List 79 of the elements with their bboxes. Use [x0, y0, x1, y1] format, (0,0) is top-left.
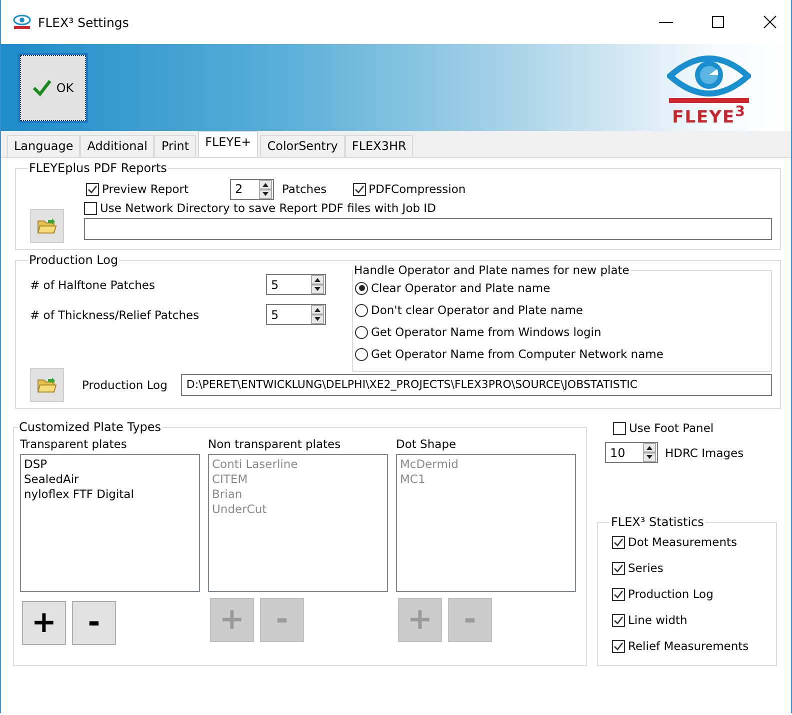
list-item[interactable]: SealedAir — [24, 472, 196, 487]
group-title: FLEYEplus PDF Reports — [28, 161, 168, 175]
spinner-arrows-icon — [311, 275, 324, 294]
tab[interactable]: Additional — [80, 135, 154, 157]
patches-label: Patches — [282, 182, 327, 196]
path-field[interactable]: D:\PERET\ENTWICKLUNG\DELPHI\XE2_PROJECTS\FLEX3PRO\SOURCE\JOBSTATISTIC — [181, 374, 772, 396]
checkbox-label[interactable]: Dot Measurements — [628, 535, 737, 549]
checkbox[interactable] — [612, 640, 625, 652]
checkbox[interactable] — [612, 614, 625, 626]
checkbox[interactable] — [613, 422, 626, 434]
number-field[interactable]: 5 — [266, 274, 326, 295]
checkmark-icon — [613, 562, 624, 574]
list-item[interactable]: DSP — [24, 457, 196, 472]
path-field[interactable] — [84, 218, 772, 240]
spinner-arrows-icon — [643, 443, 656, 462]
folder-icon — [37, 377, 57, 393]
list-item[interactable]: nyloflex FTF Digital — [24, 487, 196, 502]
list-title: Transparent plates — [20, 436, 128, 453]
radio-button[interactable] — [355, 326, 368, 338]
tab[interactable]: FLEX3HR — [344, 135, 414, 157]
checkbox[interactable] — [84, 202, 97, 214]
maximize-icon — [711, 15, 725, 29]
spinner-arrows-icon — [259, 180, 272, 198]
radio-button[interactable] — [355, 282, 368, 294]
radio-label[interactable]: Get Operator Name from Windows login — [371, 325, 602, 339]
group-title: Production Log — [28, 253, 120, 267]
list-title: Non transparent plates — [208, 436, 342, 453]
radio-label[interactable]: Don't clear Operator and Plate name — [371, 303, 583, 317]
checkmark-icon — [87, 184, 98, 194]
radio-label[interactable]: Get Operator Name from Computer Network name — [371, 347, 664, 361]
field-label: # of Thickness/Relief Patches — [30, 308, 200, 322]
number-field[interactable]: 5 — [266, 304, 326, 325]
checkmark-icon — [32, 78, 52, 96]
checkbox-label[interactable]: Production Log — [628, 587, 714, 601]
field-label: Production Log — [82, 378, 168, 392]
checkbox-label[interactable]: PDFCompression — [368, 182, 466, 196]
field-label: HDRC Images — [665, 446, 744, 460]
checkbox[interactable] — [352, 182, 366, 196]
checkmark-icon — [613, 536, 624, 548]
tab[interactable]: Print — [154, 135, 196, 157]
checkbox[interactable] — [612, 536, 625, 548]
checkbox-label[interactable]: Use Network Directory to save Report PDF files with Job ID — [100, 201, 436, 215]
checkbox-label[interactable]: Use Foot Panel — [629, 421, 714, 435]
checkbox-label[interactable]: Relief Measurements — [628, 639, 749, 653]
logo-text: FLEYE$^{3}$ — [672, 102, 746, 126]
close-icon — [763, 15, 777, 29]
number-field[interactable]: 10 — [605, 442, 658, 463]
checkbox-label[interactable]: Series — [628, 561, 664, 575]
radio-label[interactable]: Clear Operator and Plate name — [371, 281, 550, 295]
folder-button[interactable] — [30, 209, 64, 243]
folder-button[interactable] — [30, 368, 64, 402]
checkbox[interactable] — [612, 588, 625, 600]
number-field[interactable]: 2 — [230, 178, 274, 200]
checkbox-label[interactable]: Preview Report — [102, 182, 189, 196]
checkbox[interactable] — [86, 182, 99, 196]
folder-icon — [37, 218, 57, 234]
checkmark-icon — [613, 640, 624, 652]
tab[interactable]: ColorSentry — [260, 135, 345, 157]
checkbox-label[interactable]: Line width — [628, 613, 688, 627]
window-title: FLEX³ Settings — [38, 14, 129, 30]
radio-button[interactable] — [355, 304, 368, 316]
app-icon — [13, 14, 31, 30]
ok-button[interactable]: OK — [20, 54, 86, 120]
remove-button[interactable]: - — [72, 601, 116, 645]
field-label: # of Halftone Patches — [30, 278, 155, 292]
group-title: Customized Plate Types — [18, 420, 162, 434]
add-button[interactable]: + — [22, 601, 66, 645]
checkmark-icon — [613, 614, 624, 626]
checkbox[interactable] — [612, 562, 625, 574]
tab[interactable]: FLEYE+ — [198, 131, 258, 157]
spinner-arrows-icon — [311, 305, 324, 324]
list-box[interactable]: DSP SealedAir nyloflex FTF Digital — [20, 454, 200, 592]
checkmark-icon — [354, 184, 365, 194]
tab[interactable]: Language — [7, 135, 80, 157]
radio-button[interactable] — [355, 348, 368, 360]
list-title: Dot Shape — [396, 436, 458, 453]
checkmark-icon — [613, 588, 624, 600]
group-title: Handle Operator and Plate names for new plate — [353, 263, 630, 277]
group-title: FLEX³ Statistics — [610, 515, 705, 529]
